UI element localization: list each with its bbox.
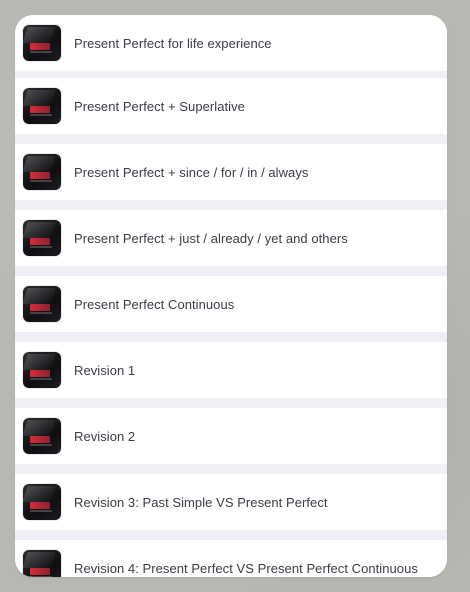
lesson-item-label: Revision 2 [74, 428, 136, 444]
thumbnail-shine [23, 288, 56, 304]
lesson-thumbnail-icon [23, 286, 61, 322]
lesson-thumbnail-icon [23, 484, 61, 520]
thumbnail-shine [23, 354, 56, 370]
lesson-item-label: Present Perfect + Superlative [74, 98, 245, 114]
thumbnail-tag [30, 568, 50, 575]
thumbnail-line [30, 444, 52, 446]
thumbnail-line [30, 114, 52, 116]
thumbnail-tag [30, 106, 50, 113]
lesson-thumbnail-icon [23, 25, 61, 61]
thumbnail-shine [23, 552, 56, 568]
thumbnail-line [30, 51, 52, 53]
lesson-thumbnail-icon [23, 352, 61, 388]
thumbnail-shine [23, 486, 56, 502]
thumbnail-line [30, 378, 52, 380]
lesson-item[interactable]: Present Perfect + since / for / in / alw… [15, 144, 447, 200]
lesson-item[interactable]: Present Perfect + Superlative [15, 78, 447, 134]
lesson-item-label: Present Perfect Continuous [74, 296, 235, 312]
lesson-thumbnail-icon [23, 220, 61, 256]
thumbnail-line [30, 312, 52, 314]
lesson-thumbnail-icon [23, 154, 61, 190]
thumbnail-tag [30, 172, 50, 179]
lesson-item-label: Present Perfect + just / already / yet a… [74, 230, 348, 246]
lesson-thumbnail-icon [23, 88, 61, 124]
lesson-item-label: Revision 4: Present Perfect VS Present P… [74, 560, 418, 576]
thumbnail-line [30, 180, 52, 182]
lesson-item-label: Present Perfect + since / for / in / alw… [74, 164, 309, 180]
thumbnail-tag [30, 304, 50, 311]
lesson-item-label: Present Perfect for life experience [74, 35, 272, 51]
lesson-item[interactable]: Revision 2 [15, 408, 447, 464]
lesson-item[interactable]: Revision 1 [15, 342, 447, 398]
thumbnail-tag [30, 502, 50, 509]
thumbnail-tag [30, 238, 50, 245]
thumbnail-shine [23, 420, 56, 436]
lesson-item[interactable]: Revision 3: Past Simple VS Present Perfe… [15, 474, 447, 530]
lesson-item-label: Revision 1 [74, 362, 136, 378]
lesson-item[interactable]: Revision 4: Present Perfect VS Present P… [15, 540, 447, 577]
lesson-thumbnail-icon [23, 418, 61, 454]
thumbnail-tag [30, 436, 50, 443]
thumbnail-shine [23, 222, 56, 238]
thumbnail-line [30, 576, 52, 577]
thumbnail-tag [30, 43, 50, 50]
thumbnail-tag [30, 370, 50, 377]
thumbnail-line [30, 510, 52, 512]
lesson-item[interactable]: Present Perfect for life experience [15, 15, 447, 71]
lesson-item[interactable]: Present Perfect + just / already / yet a… [15, 210, 447, 266]
thumbnail-shine [23, 90, 56, 106]
lesson-item-label: Revision 3: Past Simple VS Present Perfe… [74, 494, 328, 510]
lesson-item[interactable]: Present Perfect Continuous [15, 276, 447, 332]
thumbnail-shine [23, 27, 56, 43]
lesson-list-panel: Present Perfect for life experience Pres… [15, 15, 447, 577]
thumbnail-line [30, 246, 52, 248]
lesson-thumbnail-icon [23, 550, 61, 577]
thumbnail-shine [23, 156, 56, 172]
